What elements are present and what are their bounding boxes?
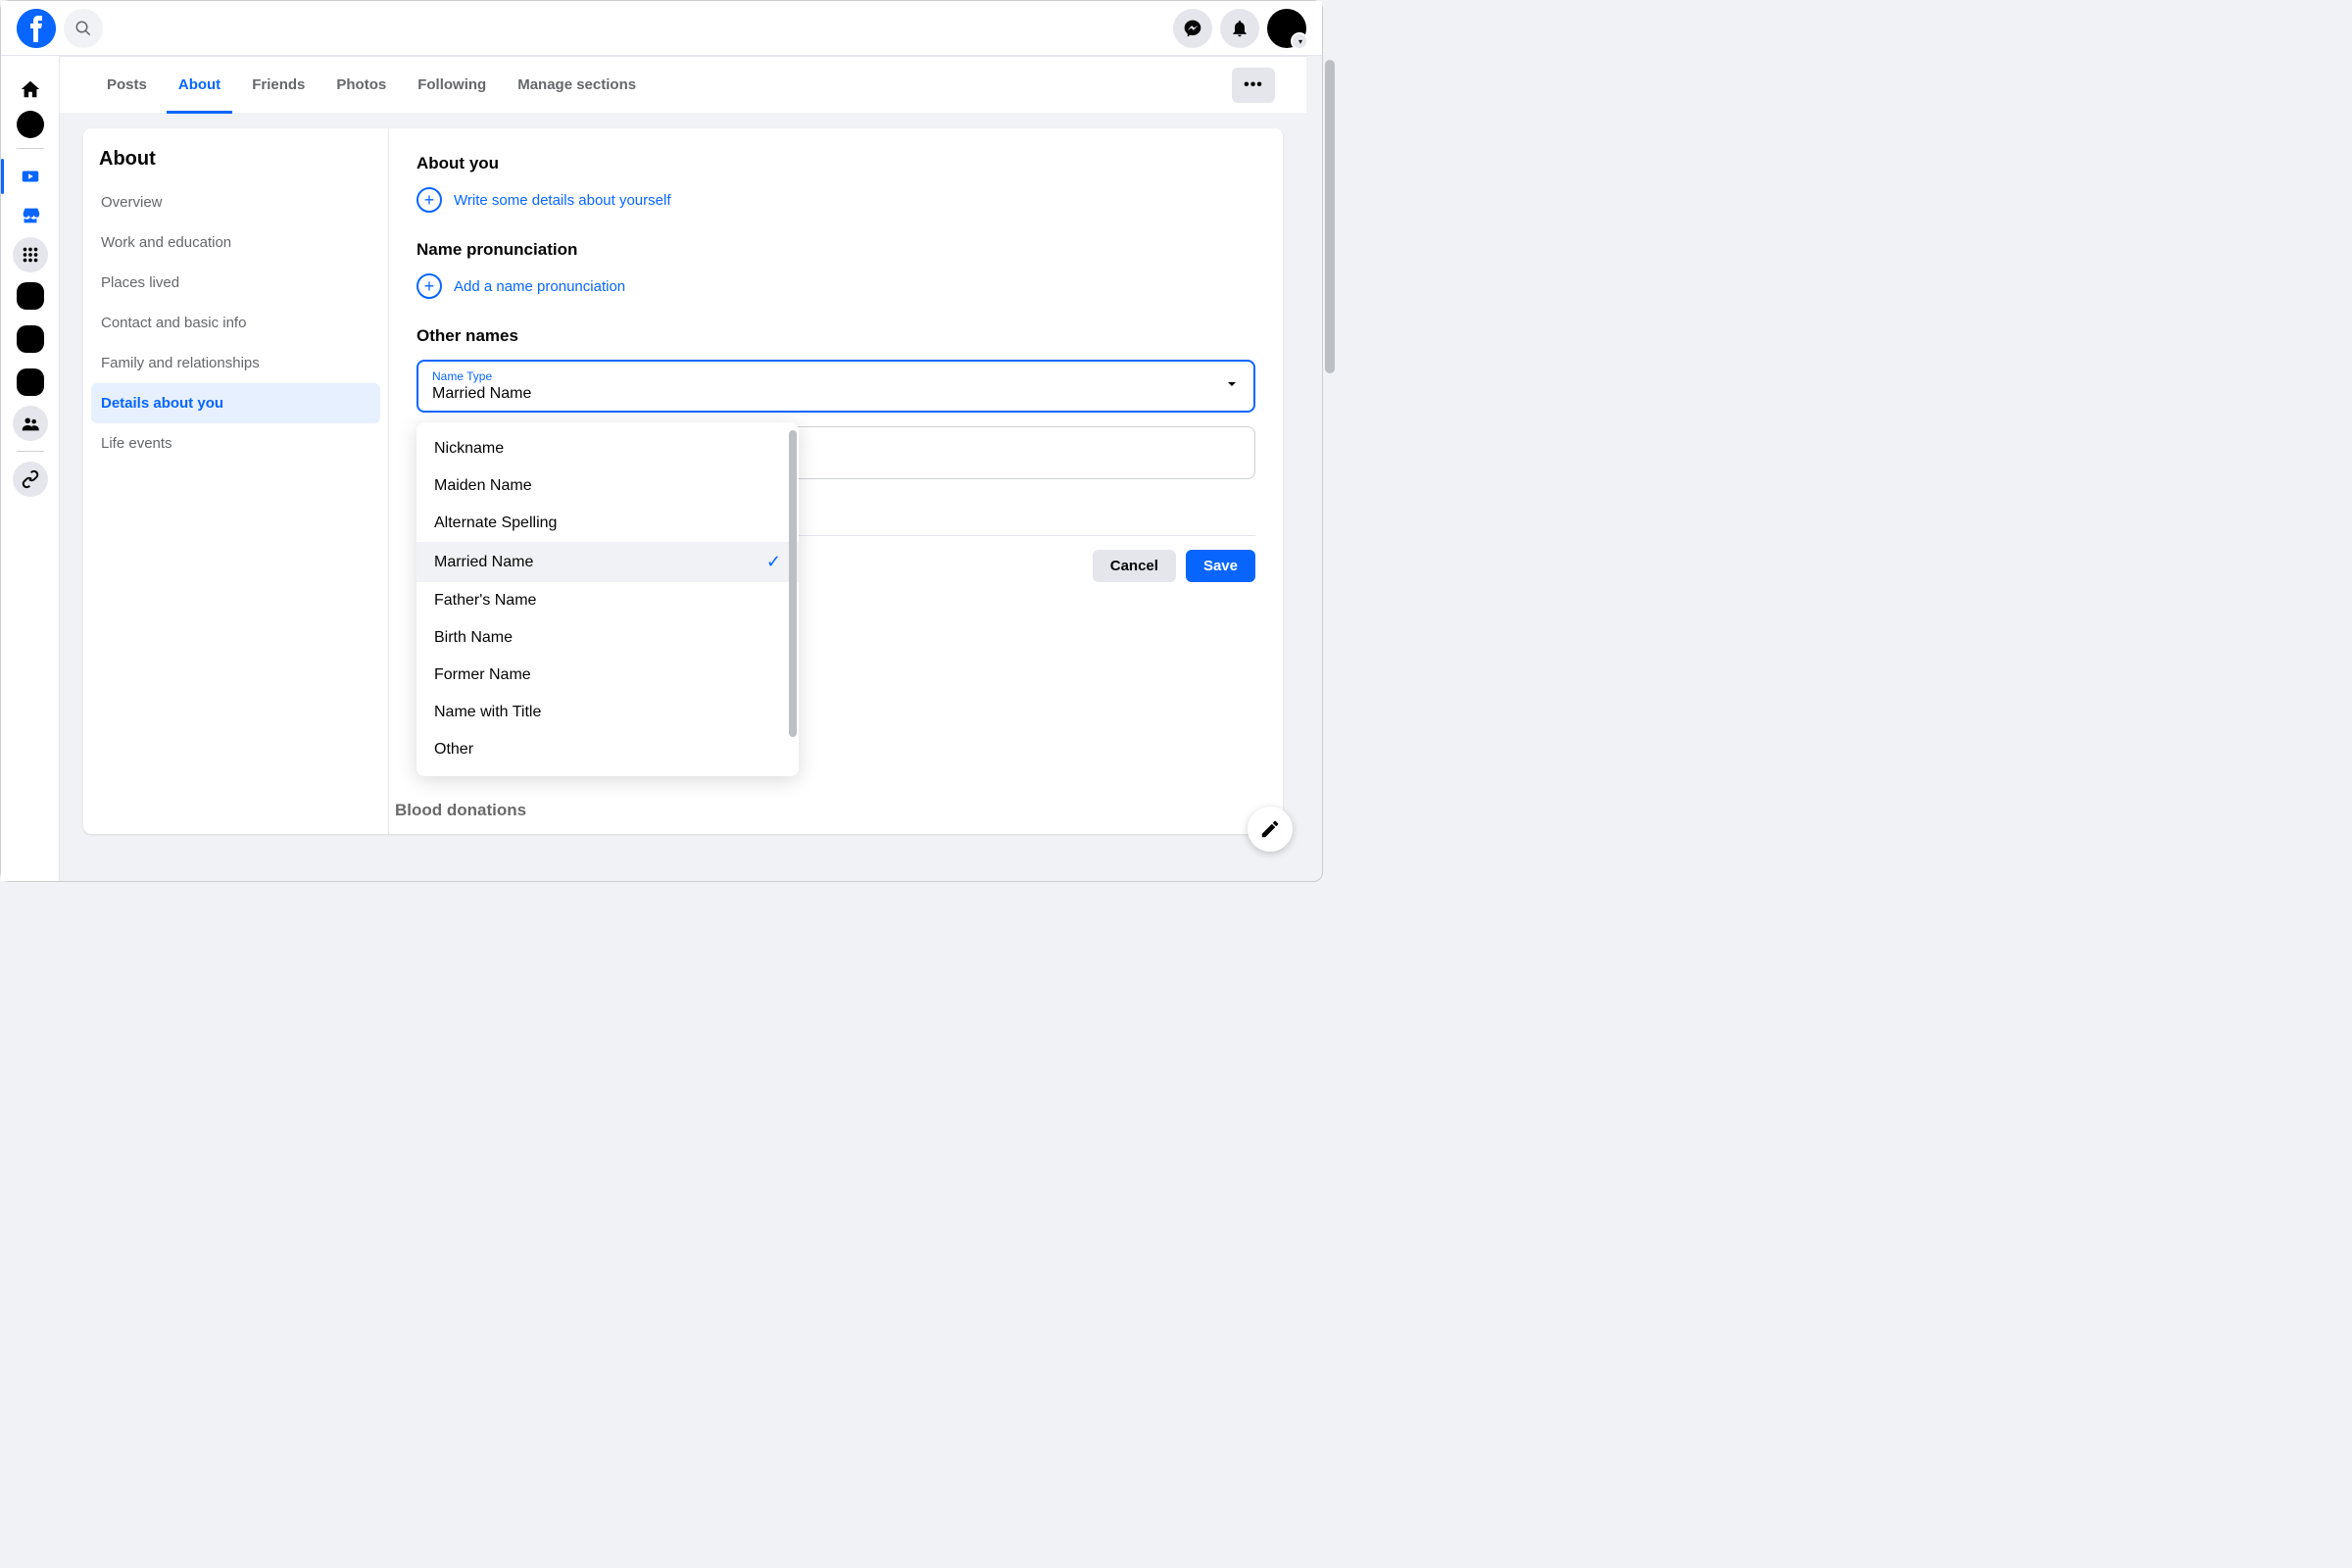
tab-posts[interactable]: Posts [91,57,163,114]
name-type-dropdown: Nickname Maiden Name Alternate Spelling … [416,422,799,776]
sidebar-item-contact[interactable]: Contact and basic info [91,303,380,343]
name-pronunciation-heading: Name pronunciation [416,240,1255,260]
profile-icon[interactable] [17,111,44,138]
save-button[interactable]: Save [1186,550,1255,582]
other-names-heading: Other names [416,326,1255,346]
dd-option-former[interactable]: Former Name [416,657,799,694]
page-scrollbar[interactable] [1325,60,1335,373]
add-about-you-link[interactable]: + Write some details about yourself [416,187,1255,213]
plus-circle-icon: + [416,187,442,213]
sidebar-item-details[interactable]: Details about you [91,383,380,423]
home-icon[interactable] [13,72,48,107]
dropdown-scrollbar[interactable] [789,430,797,737]
dd-option-title[interactable]: Name with Title [416,694,799,731]
dd-option-other[interactable]: Other [416,731,799,768]
dd-option-alternate[interactable]: Alternate Spelling [416,505,799,542]
dd-option-fathers[interactable]: Father's Name [416,582,799,619]
profile-tabs: Posts About Friends Photos Following Man… [60,56,1306,113]
divider [17,148,44,149]
about-you-heading: About you [416,154,1255,173]
chevron-down-icon: ▾ [1295,36,1306,48]
add-about-you-label: Write some details about yourself [454,192,671,209]
tab-friends[interactable]: Friends [236,57,320,114]
shortcut-2[interactable] [17,325,44,353]
notifications-icon[interactable] [1220,9,1259,48]
caret-down-icon [1226,377,1238,395]
shortcut-3[interactable] [17,368,44,396]
about-content: About you + Write some details about you… [389,128,1283,834]
shortcut-1[interactable] [17,282,44,310]
dd-option-maiden[interactable]: Maiden Name [416,467,799,505]
left-rail [1,56,60,881]
sidebar-item-life-events[interactable]: Life events [91,423,380,464]
dd-option-married[interactable]: Married Name✓ [416,542,799,582]
menu-grid-icon[interactable] [13,237,48,272]
check-icon: ✓ [766,552,781,572]
name-type-select[interactable]: Name Type Married Name [416,360,1255,413]
tab-manage-sections[interactable]: Manage sections [502,57,652,114]
dd-option-nickname[interactable]: Nickname [416,430,799,467]
link-icon[interactable] [13,462,48,497]
tab-photos[interactable]: Photos [320,57,402,114]
tab-following[interactable]: Following [402,57,502,114]
edit-fab-button[interactable] [1248,807,1293,852]
account-avatar[interactable]: ▾ [1267,9,1306,48]
blood-donations-heading: Blood donations [395,801,526,820]
watch-icon[interactable] [13,159,48,194]
cancel-button[interactable]: Cancel [1093,550,1176,582]
sidebar-item-work[interactable]: Work and education [91,222,380,263]
about-sidebar: About Overview Work and education Places… [83,128,389,834]
messenger-icon[interactable] [1173,9,1212,48]
divider [17,451,44,452]
name-type-value: Married Name [432,385,1240,403]
add-pronunciation-link[interactable]: + Add a name pronunciation [416,273,1255,299]
sidebar-item-overview[interactable]: Overview [91,182,380,222]
sidebar-item-places[interactable]: Places lived [91,263,380,303]
add-pronunciation-label: Add a name pronunciation [454,278,625,295]
name-type-field-label: Name Type [432,369,1240,383]
about-card: About Overview Work and education Places… [83,128,1283,834]
more-actions-button[interactable]: ••• [1232,68,1275,103]
sidebar-item-family[interactable]: Family and relationships [91,343,380,383]
search-button[interactable] [64,9,103,48]
tab-about[interactable]: About [163,57,236,114]
dd-option-birth[interactable]: Birth Name [416,619,799,657]
groups-icon[interactable] [13,406,48,441]
facebook-logo[interactable] [17,9,56,48]
about-title: About [91,144,380,182]
marketplace-icon[interactable] [13,198,48,233]
plus-circle-icon: + [416,273,442,299]
